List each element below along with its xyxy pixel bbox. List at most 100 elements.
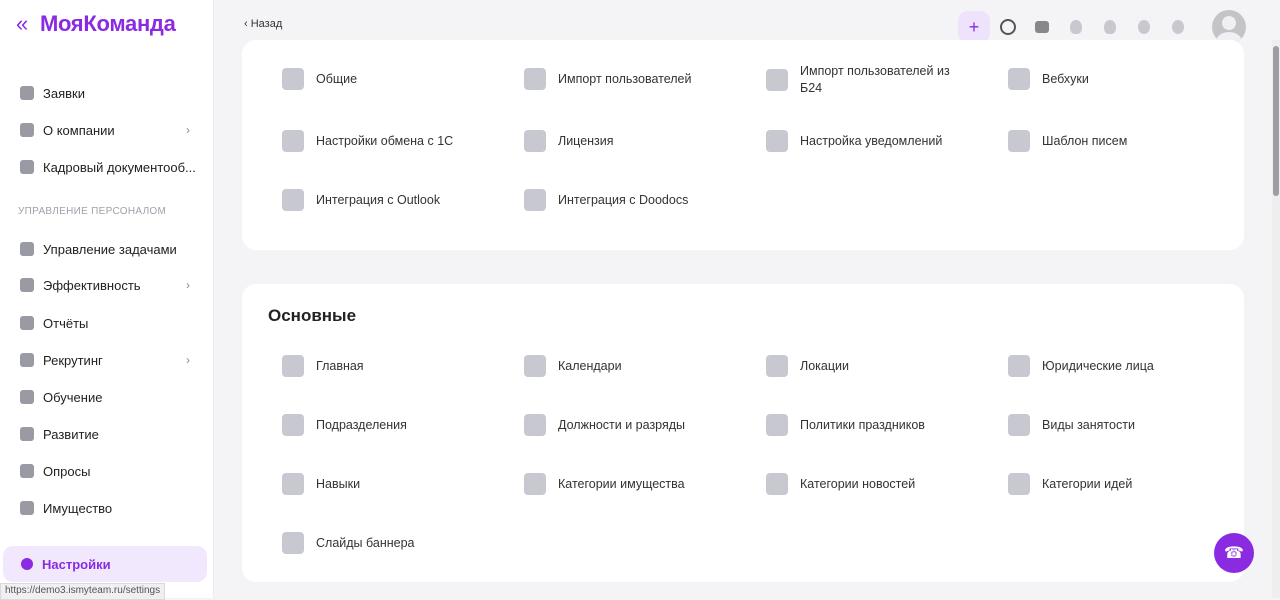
tile-import-b24[interactable]: Импорт пользователей из Б24 <box>766 63 956 97</box>
plus-icon: + <box>968 16 980 37</box>
sidebar-item-label: Кадровый документооб... <box>43 159 196 175</box>
app-name: МояКоманда <box>39 11 176 36</box>
settings-card-main: Основные Главная Календари Локации Юриди… <box>242 284 1244 582</box>
tile-label: Виды занятости <box>1042 417 1135 432</box>
sidebar: « МояКоманда Заявки О компании › Кадровы… <box>0 0 214 598</box>
tile-property-categories[interactable]: Категории имущества <box>524 473 754 495</box>
tile-label: Навыки <box>316 476 361 491</box>
development-icon <box>20 427 34 441</box>
help-button[interactable] <box>1128 11 1160 43</box>
back-button[interactable]: ‹ Назад <box>244 18 282 30</box>
tile-label: Слайды баннера <box>316 535 415 550</box>
tile-departments[interactable]: Подразделения <box>282 414 512 436</box>
sidebar-item-recruiting[interactable]: Рекрутинг › <box>0 345 214 375</box>
sidebar-item-requests[interactable]: Заявки <box>0 78 214 108</box>
tile-home[interactable]: Главная <box>282 355 512 377</box>
tile-label: Лицензия <box>558 133 614 148</box>
sidebar-item-tasks[interactable]: Управление задачами <box>0 234 214 264</box>
tile-label: Интеграция с Doodocs <box>558 192 689 207</box>
tile-general[interactable]: Общие <box>282 68 512 90</box>
tile-label: Шаблон писем <box>1042 133 1128 148</box>
upload-icon <box>524 68 546 90</box>
license-icon <box>524 130 546 152</box>
tile-label: Вебхуки <box>1042 71 1089 86</box>
tile-license[interactable]: Лицензия <box>524 130 754 152</box>
tile-label: Настройки обмена с 1С <box>316 133 454 148</box>
exchange-icon <box>282 130 304 152</box>
tile-label: Главная <box>316 358 364 373</box>
tile-locations[interactable]: Локации <box>766 355 996 377</box>
tile-label: Настройка уведомлений <box>800 133 943 148</box>
tile-outlook[interactable]: Интеграция с Outlook <box>282 189 512 211</box>
avatar[interactable] <box>1212 10 1246 44</box>
tile-label: Категории имущества <box>558 476 685 491</box>
page-scrollbar[interactable] <box>1272 40 1280 598</box>
sidebar-item-label: Развитие <box>43 426 99 442</box>
tile-legal-entities[interactable]: Юридические лица <box>1008 355 1238 377</box>
app-logo[interactable]: « МояКоманда <box>16 11 176 37</box>
sidebar-item-development[interactable]: Развитие <box>0 419 214 449</box>
sidebar-item-property[interactable]: Имущество <box>0 493 214 523</box>
scrollbar-thumb[interactable] <box>1273 46 1279 196</box>
property-icon <box>20 501 34 515</box>
tile-positions[interactable]: Должности и разряды <box>524 414 754 436</box>
sidebar-item-label: Настройки <box>42 556 111 572</box>
sidebar-item-learning[interactable]: Обучение <box>0 382 214 412</box>
chat-button[interactable] <box>1026 11 1058 43</box>
tile-holiday-policies[interactable]: Политики праздников <box>766 414 996 436</box>
holiday-icon <box>766 414 788 436</box>
tile-import-users[interactable]: Импорт пользователей <box>524 68 754 90</box>
notifications-button[interactable] <box>1094 11 1126 43</box>
tile-doodocs[interactable]: Интеграция с Doodocs <box>524 189 754 211</box>
edit-icon <box>1008 414 1030 436</box>
settings-button[interactable] <box>1162 11 1194 43</box>
banner-icon <box>282 532 304 554</box>
chevron-left-icon: ‹ <box>244 18 251 30</box>
search-button[interactable] <box>992 11 1024 43</box>
sidebar-item-label: Имущество <box>43 500 113 516</box>
inbox-icon <box>20 86 34 100</box>
tile-idea-categories[interactable]: Категории идей <box>1008 473 1238 495</box>
company-icon <box>20 123 34 137</box>
support-chat-button[interactable]: ☎ <box>1214 533 1254 573</box>
sidebar-item-company[interactable]: О компании › <box>0 115 214 145</box>
tile-label: Юридические лица <box>1042 358 1154 373</box>
tile-label: Интеграция с Outlook <box>316 192 441 207</box>
departments-icon <box>282 414 304 436</box>
back-label: Назад <box>250 18 283 30</box>
sidebar-item-label: Эффективность <box>43 277 141 293</box>
webhook-icon <box>1008 68 1030 90</box>
ideas-button[interactable] <box>1060 11 1092 43</box>
tile-label: Подразделения <box>316 417 407 432</box>
tile-label: Политики праздников <box>800 417 925 432</box>
settings-icon <box>21 558 33 570</box>
tile-banner-slides[interactable]: Слайды баннера <box>282 532 512 554</box>
tile-mail-template[interactable]: Шаблон писем <box>1008 130 1238 152</box>
sidebar-item-settings[interactable]: Настройки <box>3 546 207 582</box>
property-icon <box>524 473 546 495</box>
add-button[interactable]: + <box>958 11 990 43</box>
tile-label: Локации <box>800 358 849 373</box>
sidebar-item-performance[interactable]: Эффективность › <box>0 270 214 300</box>
sidebar-item-hr-docs[interactable]: Кадровый документооб... <box>0 152 214 182</box>
headset-icon: ☎ <box>1224 545 1244 562</box>
tile-label: Должности и разряды <box>558 417 686 432</box>
tile-employment-types[interactable]: Виды занятости <box>1008 414 1238 436</box>
tile-webhooks[interactable]: Вебхуки <box>1008 68 1238 90</box>
help-icon <box>1138 20 1150 34</box>
learning-icon <box>20 390 34 404</box>
tile-calendars[interactable]: Календари <box>524 355 754 377</box>
chat-icon <box>1035 21 1049 33</box>
tile-news-categories[interactable]: Категории новостей <box>766 473 996 495</box>
sidebar-item-surveys[interactable]: Опросы <box>0 456 214 486</box>
sidebar-item-label: Опросы <box>43 463 91 479</box>
tasks-icon <box>20 242 34 256</box>
home-icon <box>282 355 304 377</box>
tile-1c-exchange[interactable]: Настройки обмена с 1С <box>282 130 512 152</box>
sidebar-item-reports[interactable]: Отчёты <box>0 308 214 338</box>
sidebar-item-label: Заявки <box>43 85 85 101</box>
sidebar-item-label: Управление задачами <box>43 241 177 257</box>
tile-skills[interactable]: Навыки <box>282 473 512 495</box>
collapse-sidebar-icon[interactable]: « <box>16 11 28 37</box>
tile-notifications[interactable]: Настройка уведомлений <box>766 130 996 152</box>
